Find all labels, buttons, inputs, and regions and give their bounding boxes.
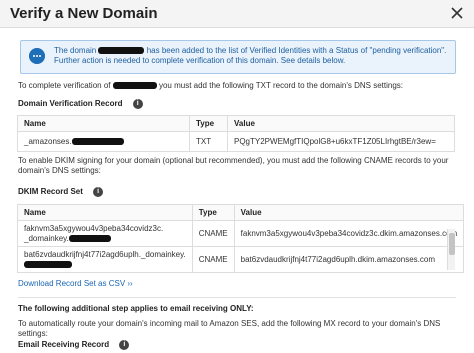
record-name-cell[interactable]: faknvm3a5xgywou4v3peba34covidz3c. _domai… xyxy=(17,220,193,247)
verify-domain-dialog: Verify a New Domain The domain has been … xyxy=(0,0,474,353)
close-icon[interactable] xyxy=(448,4,466,22)
scrollbar-thumb[interactable] xyxy=(449,233,455,255)
record-name-cell[interactable]: bat6zvdaudkrijfnj4t77i2agd6uplh._domaink… xyxy=(17,246,193,273)
table-row: faknvm3a5xgywou4v3peba34covidz3c. _domai… xyxy=(17,220,465,247)
column-header-type: Type xyxy=(191,204,235,221)
record-name-line xyxy=(24,260,186,270)
section-title-text: Domain Verification Record xyxy=(18,99,123,109)
download-csv-link[interactable]: Download Record Set as CSV ›› xyxy=(18,279,133,288)
dialog-title: Verify a New Domain xyxy=(10,5,158,22)
domain-verification-record-heading: Domain Verification Record i xyxy=(18,99,143,109)
dialog-header: Verify a New Domain xyxy=(0,0,474,28)
column-header-value: Value xyxy=(233,204,465,221)
chat-info-icon xyxy=(29,48,45,64)
record-name-cell[interactable]: _amazonses. xyxy=(17,131,190,152)
dkim-table-scrollbar[interactable] xyxy=(447,229,455,270)
help-icon[interactable]: i xyxy=(119,340,130,350)
redacted-domain xyxy=(68,234,111,242)
record-name-suffix: _domainkey. xyxy=(24,233,69,243)
redacted-domain xyxy=(71,138,124,146)
record-name-line: faknvm3a5xgywou4v3peba34covidz3c. xyxy=(24,223,164,233)
dkim-intro: To enable DKIM signing for your domain (… xyxy=(18,156,449,175)
dkim-record-set-heading: DKIM Record Set i xyxy=(18,187,104,197)
table-row: bat6zvdaudkrijfnj4t77i2agd6uplh._domaink… xyxy=(17,246,465,273)
record-name-text: _amazonses. xyxy=(24,137,72,146)
txt-intro: To complete verification of you must add… xyxy=(18,81,403,91)
record-type-cell[interactable]: CNAME xyxy=(191,220,235,247)
txt-intro-end: you must add the following TXT record to… xyxy=(158,81,403,90)
email-receiving-record-heading: Email Receiving Record i xyxy=(18,340,130,350)
table-row: _amazonses. TXT PQgTY2PWEMgfTIQpolG8+u6k… xyxy=(17,131,455,152)
record-type-cell[interactable]: TXT xyxy=(189,131,228,152)
section-divider xyxy=(18,297,456,298)
txt-intro-start: To complete verification of xyxy=(18,81,111,90)
txt-record-table: Name Type Value _amazonses. TXT PQgTY2PW… xyxy=(17,115,455,152)
help-icon[interactable]: i xyxy=(93,187,104,197)
record-value-cell[interactable]: bat6zvdaudkrijfnj4t77i2agd6uplh.dkim.ama… xyxy=(233,246,465,273)
column-header-name: Name xyxy=(17,204,193,221)
redacted-domain xyxy=(98,47,145,55)
email-receiving-step-heading: The following additional step applies to… xyxy=(18,304,254,313)
column-header-type: Type xyxy=(189,115,228,132)
table-header-row: Name Type Value xyxy=(17,204,465,221)
info-banner: The domain has been added to the list of… xyxy=(20,40,456,74)
column-header-value: Value xyxy=(227,115,455,132)
section-title-text: DKIM Record Set xyxy=(18,187,83,197)
table-header-row: Name Type Value xyxy=(17,115,455,132)
record-name-line: _domainkey. xyxy=(24,234,186,244)
record-name-line: bat6zvdaudkrijfnj4t77i2agd6uplh._domaink… xyxy=(24,249,186,259)
record-value-cell[interactable]: PQgTY2PWEMgfTIQpolG8+u6kxTF1Z05LIrhgtBE/… xyxy=(227,131,455,152)
help-icon[interactable]: i xyxy=(132,99,143,109)
info-text-start: The domain xyxy=(54,46,97,55)
record-value-cell[interactable]: faknvm3a5xgywou4v3peba34covidz3c.dkim.am… xyxy=(233,220,465,247)
dkim-record-table: Name Type Value faknvm3a5xgywou4v3peba34… xyxy=(17,204,465,273)
mx-intro: To automatically route your domain's inc… xyxy=(18,319,441,338)
column-header-name: Name xyxy=(17,115,190,132)
section-title-text: Email Receiving Record xyxy=(18,340,110,350)
info-banner-text: The domain has been added to the list of… xyxy=(54,46,452,66)
record-type-cell[interactable]: CNAME xyxy=(191,246,235,273)
redacted-domain xyxy=(112,82,157,90)
redacted-domain xyxy=(24,260,72,268)
